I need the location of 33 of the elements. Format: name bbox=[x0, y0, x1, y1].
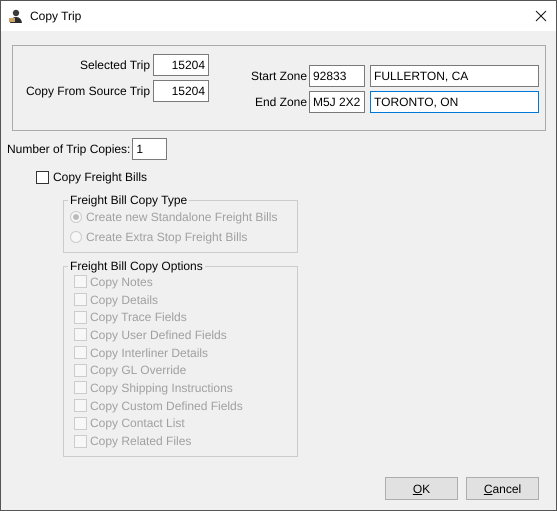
city-field[interactable]: TORONTO, ON bbox=[370, 91, 539, 113]
checkbox-label: Copy Related Files bbox=[90, 434, 192, 448]
ok-button[interactable]: OK bbox=[385, 477, 458, 500]
field-label: Copy From Source Trip bbox=[26, 84, 150, 98]
field-label: Number of Trip Copies: bbox=[7, 142, 130, 156]
checkbox[interactable] bbox=[36, 170, 49, 184]
radio-label: Create Extra Stop Freight Bills bbox=[86, 230, 248, 244]
copies-field[interactable]: 1 bbox=[132, 138, 168, 160]
checkbox-label: Copy Notes bbox=[90, 274, 153, 289]
close-icon bbox=[535, 10, 547, 22]
checkbox-label: Copy Contact List bbox=[90, 416, 185, 430]
checkbox-label: Copy Custom Defined Fields bbox=[90, 398, 243, 413]
group-title: Freight Bill Copy Options bbox=[69, 259, 204, 273]
group-title: Freight Bill Copy Type bbox=[69, 193, 188, 207]
checkbox-label: Copy Shipping Instructions bbox=[90, 380, 233, 395]
checkbox-label: Copy Trace Fields bbox=[90, 310, 187, 324]
field-label: Selected Trip bbox=[80, 58, 150, 72]
zone-code-field[interactable]: 92833 bbox=[309, 65, 365, 87]
source-trip-field[interactable]: 15204 bbox=[153, 80, 209, 102]
selected-trip-field[interactable]: 15204 bbox=[153, 54, 209, 76]
zone-code-field[interactable]: M5J 2X2 bbox=[309, 91, 365, 113]
field-label: Start Zone bbox=[250, 69, 307, 83]
person-icon bbox=[8, 8, 24, 24]
cancel-button[interactable]: Cancel bbox=[466, 477, 539, 500]
city-field[interactable]: FULLERTON, CA bbox=[370, 65, 539, 87]
checkbox-label: Copy Interliner Details bbox=[90, 346, 208, 360]
checkbox-label: Copy Freight Bills bbox=[53, 170, 148, 184]
checkbox-label: Copy User Defined Fields bbox=[90, 328, 227, 342]
field-label: End Zone bbox=[254, 95, 307, 109]
checkbox-label: Copy Details bbox=[90, 292, 158, 307]
radio-label: Create new Standalone Freight Bills bbox=[86, 210, 278, 224]
window-title: Copy Trip bbox=[30, 9, 82, 23]
checkbox-label: Copy GL Override bbox=[90, 363, 186, 378]
